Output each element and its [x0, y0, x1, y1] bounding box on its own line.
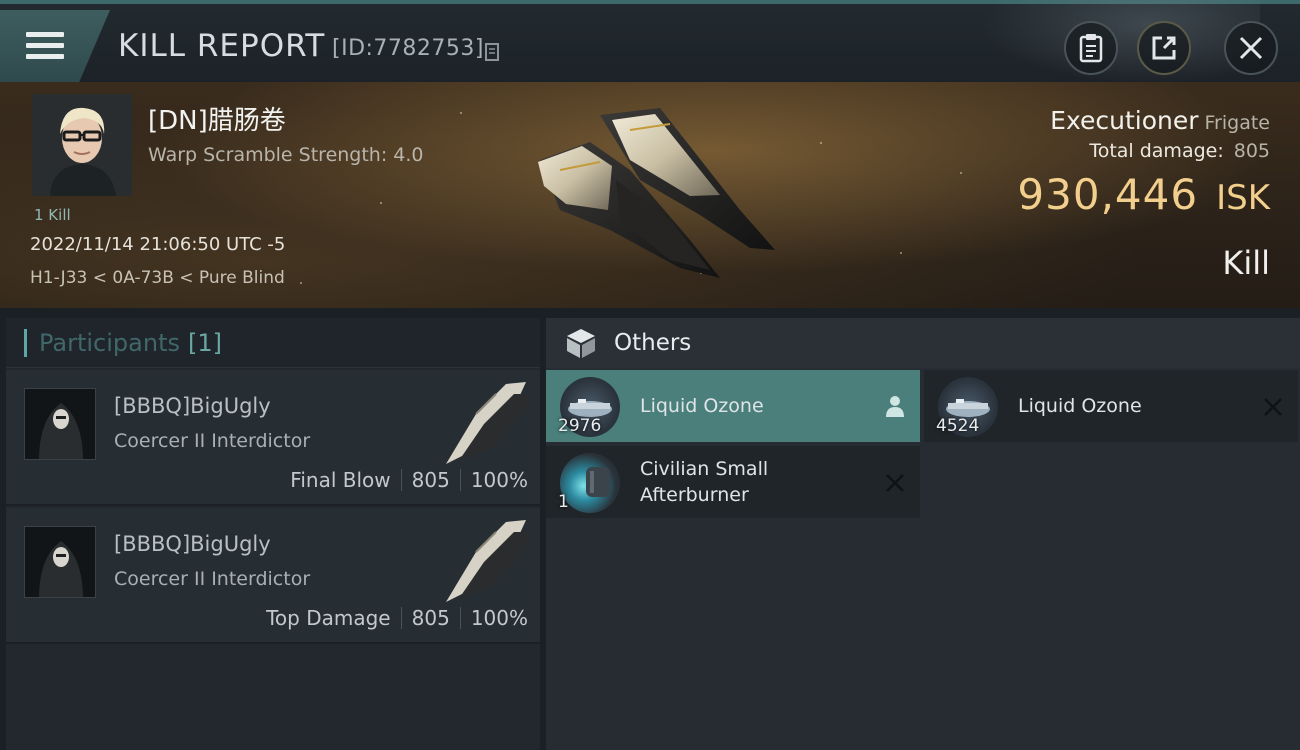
- menu-button[interactable]: [0, 10, 110, 82]
- top-bar: KILL REPORT [ID:7782753]: [0, 0, 1300, 84]
- participant-row[interactable]: [BBBQ]BigUgly Coercer II Interdictor Top…: [6, 508, 540, 644]
- participant-percent: 100%: [470, 468, 528, 492]
- participant-stats: Final Blow 805 100%: [290, 468, 528, 492]
- victim-portrait[interactable]: [32, 94, 132, 196]
- participant-tag: Final Blow: [290, 468, 391, 492]
- participant-avatar[interactable]: [24, 388, 96, 460]
- loot-item[interactable]: 4524 Liquid Ozone: [924, 370, 1298, 442]
- item-quantity: 2976: [558, 416, 602, 436]
- clipboard-button[interactable]: [1064, 21, 1118, 75]
- kill-timestamp: 2022/11/14 21:06:50 UTC -5: [30, 234, 286, 255]
- participants-header: Participants [1]: [6, 318, 540, 368]
- item-name: Civilian Small Afterburner: [640, 458, 769, 506]
- loot-item[interactable]: 2976 Liquid Ozone: [546, 370, 920, 442]
- victim-summary: [DN]腊肠卷 Warp Scramble Strength: 4.0 1 Ki…: [0, 82, 1300, 308]
- afterburner-icon: [560, 453, 620, 513]
- participant-avatar[interactable]: [24, 526, 96, 598]
- victim-subtitle: Warp Scramble Strength: 4.0: [148, 144, 424, 166]
- participant-name[interactable]: [BBBQ]BigUgly: [114, 394, 271, 418]
- share-icon: [1152, 36, 1176, 60]
- close-icon: [886, 474, 904, 492]
- share-button[interactable]: [1137, 21, 1191, 75]
- participant-ship-image: [446, 382, 532, 464]
- person-icon: [886, 396, 904, 417]
- participant-damage: 805: [411, 606, 450, 630]
- close-button[interactable]: [1224, 21, 1278, 75]
- others-header: Others: [546, 318, 1300, 368]
- loot-item[interactable]: 1 Civilian Small Afterburner: [546, 446, 920, 518]
- close-icon: [1264, 398, 1282, 416]
- participant-percent: 100%: [470, 606, 528, 630]
- others-label: Others: [614, 330, 692, 356]
- item-quantity: 4524: [936, 416, 980, 436]
- isk-value: 930,446 ISK: [1017, 170, 1270, 219]
- divider: [459, 469, 461, 491]
- victim-ship-image[interactable]: [520, 100, 790, 285]
- report-id: [ID:7782753]: [332, 36, 484, 61]
- participant-name[interactable]: [BBBQ]BigUgly: [114, 532, 271, 556]
- kill-location: H1-J33 < 0A-73B < Pure Blind: [30, 268, 285, 288]
- participant-stats: Top Damage 805 100%: [266, 606, 528, 630]
- participant-ship-image: [446, 520, 532, 602]
- background-planet: [980, 0, 1260, 84]
- others-panel: Others 2976 Liquid Ozone 4524 Liquid Ozo…: [546, 318, 1300, 750]
- kill-count: 1 Kill: [34, 206, 71, 224]
- divider: [459, 607, 461, 629]
- page-title: KILL REPORT: [118, 28, 326, 64]
- close-icon: [1239, 36, 1263, 60]
- copy-icon[interactable]: [484, 40, 502, 62]
- divider: [400, 469, 402, 491]
- cargo-box-icon: [567, 329, 595, 358]
- item-name: Liquid Ozone: [1018, 395, 1142, 417]
- clipboard-icon: [1079, 34, 1103, 63]
- kill-result-label: Kill: [1222, 244, 1270, 282]
- divider: [400, 607, 402, 629]
- participants-panel: Participants [1] [BBBQ]BigUgly Coercer I…: [6, 318, 540, 750]
- participant-tag: Top Damage: [266, 606, 391, 630]
- item-name: Liquid Ozone: [640, 395, 764, 417]
- victim-ship-name[interactable]: Executioner Frigate: [1050, 106, 1270, 135]
- hamburger-icon: [26, 32, 64, 60]
- participant-row[interactable]: [BBBQ]BigUgly Coercer II Interdictor Fin…: [6, 370, 540, 506]
- total-damage: Total damage: 805: [1089, 140, 1270, 162]
- participant-ship: Coercer II Interdictor: [114, 430, 311, 452]
- item-quantity: 1: [558, 492, 569, 512]
- victim-name[interactable]: [DN]腊肠卷: [148, 100, 286, 137]
- participant-damage: 805: [411, 468, 450, 492]
- participant-ship: Coercer II Interdictor: [114, 568, 311, 590]
